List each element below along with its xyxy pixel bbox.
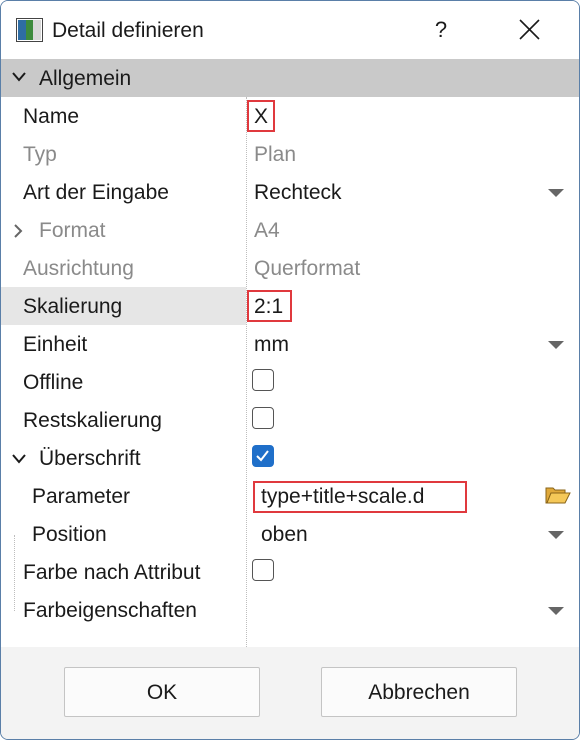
einheit-value[interactable]: mm bbox=[254, 333, 289, 357]
ueberschrift-checkbox[interactable] bbox=[252, 445, 274, 467]
row-ausrichtung: Ausrichtung Querformat bbox=[1, 249, 579, 287]
close-icon bbox=[519, 19, 540, 40]
checkmark-icon bbox=[256, 450, 269, 462]
help-button[interactable]: ? bbox=[421, 9, 461, 51]
row-parameter[interactable]: Parameter type+title+scale.d bbox=[1, 477, 579, 515]
section-allgemein[interactable]: Allgemein bbox=[1, 59, 579, 97]
close-button[interactable] bbox=[506, 9, 552, 51]
row-offline[interactable]: Offline bbox=[1, 363, 579, 401]
row-restskalierung-label: Restskalierung bbox=[23, 409, 162, 432]
row-format-label: Format bbox=[39, 219, 106, 242]
position-value[interactable]: oben bbox=[261, 523, 308, 547]
typ-value: Plan bbox=[254, 143, 297, 166]
row-skalierung[interactable]: Skalierung 2:1 bbox=[1, 287, 579, 325]
row-einheit[interactable]: Einheit mm bbox=[1, 325, 579, 363]
dialog-window: Detail definieren ? Allgemein Name X Typ bbox=[0, 0, 580, 740]
format-value: A4 bbox=[254, 219, 280, 242]
row-position-label: Position bbox=[32, 523, 107, 546]
row-farbeigenschaften[interactable]: Farbeigenschaften bbox=[1, 591, 579, 629]
row-farbe-nach-attribut-label: Farbe nach Attribut bbox=[23, 561, 201, 584]
dropdown-arrow-icon[interactable] bbox=[548, 531, 564, 539]
chevron-down-icon[interactable] bbox=[12, 454, 26, 464]
row-parameter-label: Parameter bbox=[32, 485, 131, 508]
row-offline-label: Offline bbox=[23, 371, 84, 394]
row-position[interactable]: Position oben bbox=[1, 515, 579, 553]
title-bar: Detail definieren ? bbox=[1, 1, 579, 59]
section-label: Allgemein bbox=[39, 67, 132, 90]
row-farbe-nach-attribut[interactable]: Farbe nach Attribut bbox=[1, 553, 579, 591]
row-typ: Typ Plan bbox=[1, 135, 579, 173]
ok-button[interactable]: OK bbox=[64, 667, 260, 717]
chevron-down-icon bbox=[12, 72, 26, 82]
row-ausrichtung-label: Ausrichtung bbox=[23, 257, 134, 280]
row-name-label: Name bbox=[23, 105, 80, 128]
chevron-right-icon[interactable] bbox=[13, 224, 23, 238]
row-ueberschrift[interactable]: Überschrift bbox=[1, 439, 579, 477]
row-ueberschrift-label: Überschrift bbox=[39, 447, 141, 470]
dropdown-arrow-icon[interactable] bbox=[548, 189, 564, 197]
row-art-der-eingabe-label: Art der Eingabe bbox=[23, 181, 169, 204]
farbe-nach-attribut-checkbox[interactable] bbox=[252, 559, 274, 581]
dropdown-arrow-icon[interactable] bbox=[548, 341, 564, 349]
row-einheit-label: Einheit bbox=[23, 333, 88, 356]
app-icon bbox=[16, 18, 43, 42]
row-format[interactable]: Format A4 bbox=[1, 211, 579, 249]
highlight-box bbox=[247, 290, 292, 322]
folder-open-icon[interactable] bbox=[545, 485, 571, 505]
row-restskalierung[interactable]: Restskalierung bbox=[1, 401, 579, 439]
ausrichtung-value: Querformat bbox=[254, 257, 361, 280]
property-grid: Allgemein Name X Typ Plan Art der Eingab… bbox=[1, 59, 579, 647]
row-skalierung-label: Skalierung bbox=[23, 295, 123, 318]
highlight-box bbox=[253, 481, 467, 513]
button-bar: OK Abbrechen bbox=[1, 647, 579, 739]
row-typ-label: Typ bbox=[23, 143, 57, 166]
highlight-box bbox=[247, 100, 275, 132]
restskalierung-checkbox[interactable] bbox=[252, 407, 274, 429]
row-art-der-eingabe[interactable]: Art der Eingabe Rechteck bbox=[1, 173, 579, 211]
window-title: Detail definieren bbox=[52, 19, 204, 42]
row-name[interactable]: Name X bbox=[1, 97, 579, 135]
dropdown-arrow-icon[interactable] bbox=[548, 607, 564, 615]
cancel-button[interactable]: Abbrechen bbox=[321, 667, 517, 717]
offline-checkbox[interactable] bbox=[252, 369, 274, 391]
art-der-eingabe-value[interactable]: Rechteck bbox=[254, 181, 342, 205]
row-farbeigenschaften-label: Farbeigenschaften bbox=[23, 599, 197, 622]
